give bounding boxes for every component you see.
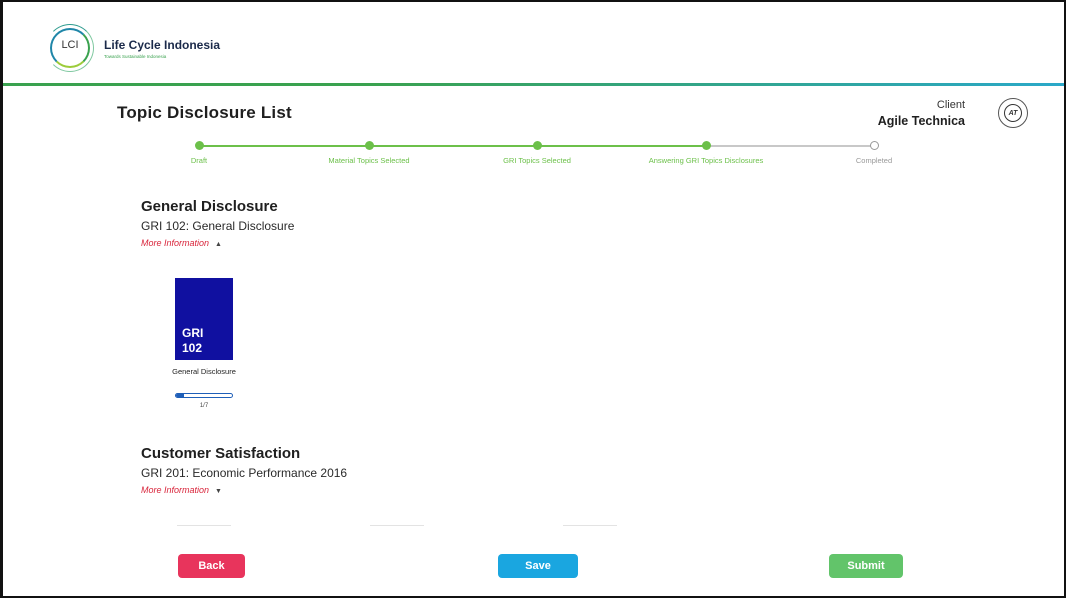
- page-frame: [0, 0, 1066, 598]
- card-code: GRI 102: [182, 326, 203, 356]
- brand-name: Life Cycle Indonesia: [104, 37, 221, 52]
- card-progress-count: 1/7: [199, 403, 209, 409]
- card-placeholder-divider: [177, 525, 231, 526]
- step-dot-gri-topics: [533, 141, 542, 150]
- card-code-line1: GRI: [182, 326, 204, 340]
- step-label-answering: Answering GRI Topics Disclosures: [648, 156, 764, 165]
- client-label: Client: [936, 99, 965, 111]
- chevron-down-icon: ▼: [215, 488, 222, 495]
- card-placeholder-divider: [563, 525, 617, 526]
- step-dot-answering: [702, 141, 711, 150]
- lci-logo-icon: LCI: [46, 24, 98, 72]
- step-dot-draft: [195, 141, 204, 150]
- client-info: Client Agile Technica: [878, 99, 965, 128]
- step-label-gri-topics: GRI Topics Selected: [503, 156, 571, 165]
- save-button[interactable]: Save: [498, 554, 578, 578]
- step-label-material-topics: Material Topics Selected: [328, 156, 410, 165]
- client-seal-text: AT: [1004, 104, 1022, 122]
- step-label-draft: Draft: [190, 156, 208, 165]
- more-information-label: More Information: [141, 485, 210, 495]
- client-name: Agile Technica: [877, 114, 965, 128]
- chevron-up-icon: ▲: [215, 241, 222, 248]
- submit-button[interactable]: Submit: [829, 554, 903, 578]
- gri-102-card[interactable]: GRI 102: [175, 278, 233, 360]
- header-accent-line: [3, 83, 1064, 86]
- section-title-general-disclosure: General Disclosure: [141, 198, 278, 215]
- section-subtitle-gri-102: GRI 102: General Disclosure: [141, 219, 295, 233]
- step-label-completed: Completed: [855, 156, 893, 165]
- step-dot-completed: [870, 141, 879, 150]
- card-progress-fill: [176, 394, 184, 397]
- page-title: Topic Disclosure List: [117, 103, 292, 122]
- more-information-toggle-general[interactable]: More Information ▲: [141, 238, 222, 248]
- progress-stepper: Draft Material Topics Selected GRI Topic…: [0, 139, 1066, 169]
- card-code-line2: 102: [182, 341, 203, 355]
- stepper-line-pending: [705, 145, 875, 147]
- card-caption: General Disclosure: [172, 367, 236, 376]
- card-progress-bar: [175, 393, 233, 398]
- card-placeholder-divider: [370, 525, 424, 526]
- stepper-line-complete: [199, 145, 705, 147]
- client-seal-icon: AT: [998, 98, 1028, 128]
- step-dot-material-topics: [365, 141, 374, 150]
- back-button[interactable]: Back: [178, 554, 245, 578]
- more-information-toggle-customer[interactable]: More Information ▼: [141, 485, 222, 495]
- logo-abbreviation: LCI: [61, 39, 79, 51]
- brand-logo[interactable]: LCI Life Cycle Indonesia Towards Sustain…: [46, 24, 221, 72]
- more-information-label: More Information: [141, 238, 210, 248]
- section-title-customer-satisfaction: Customer Satisfaction: [141, 445, 301, 462]
- brand-tagline: Towards Sustainable Indonesia: [104, 53, 167, 59]
- section-subtitle-gri-201: GRI 201: Economic Performance 2016: [141, 466, 348, 480]
